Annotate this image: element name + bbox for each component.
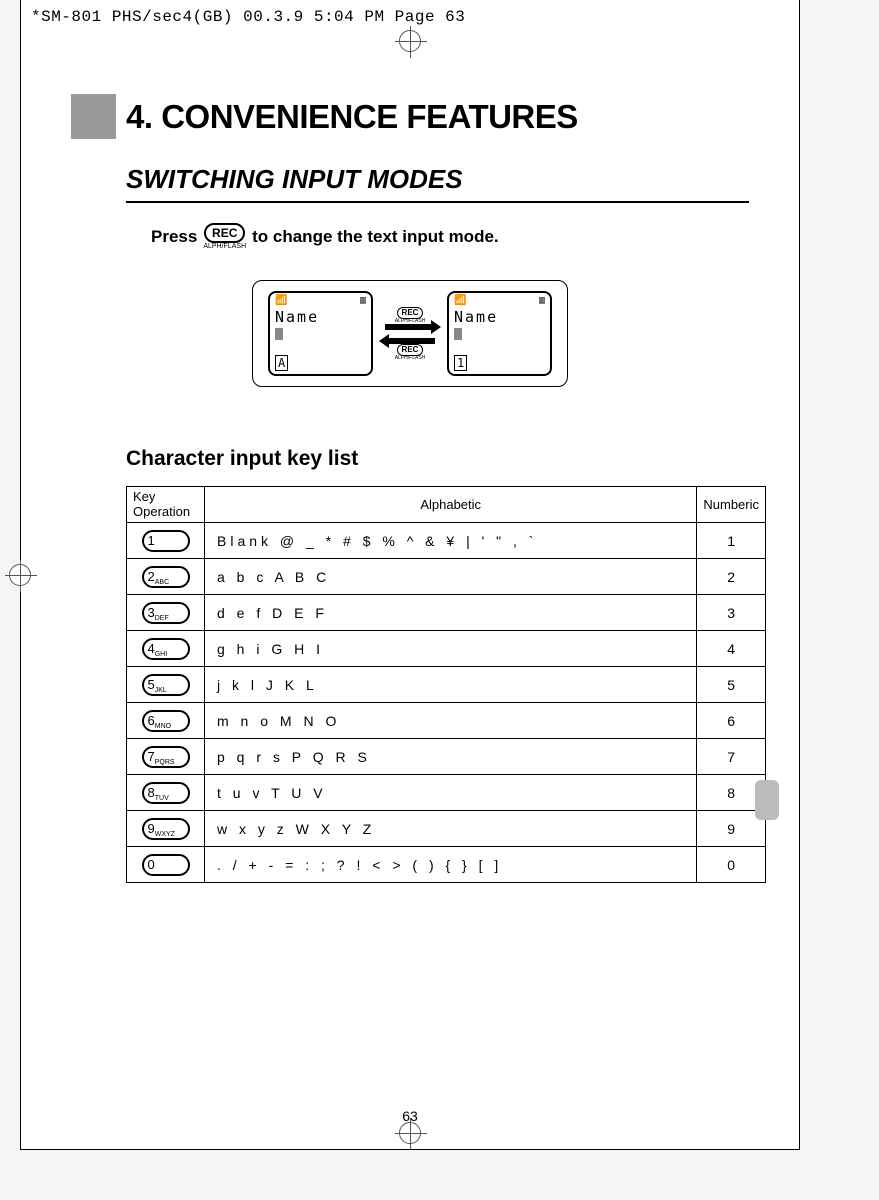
cursor-icon bbox=[454, 328, 462, 340]
document-page: *SM-801 PHS/sec4(GB) 00.3.9 5:04 PM Page… bbox=[20, 0, 800, 1150]
rec-mini-sub-2: ALPH/FLASH bbox=[395, 356, 426, 361]
rec-button-icon: REC ALPH/FLASH bbox=[203, 223, 246, 250]
screen-name-a: Name bbox=[275, 308, 319, 326]
mode-switch-diagram: 📶 ▥ Name A REC ALPH/FLASH REC ALPH/FLASH bbox=[71, 280, 749, 387]
page-content: 4. CONVENIENCE FEATURES SWITCHING INPUT … bbox=[21, 34, 799, 883]
num-cell: 2 bbox=[697, 559, 766, 595]
key-button-icon: 8TUV bbox=[142, 782, 190, 804]
chapter-title: 4. CONVENIENCE FEATURES bbox=[126, 98, 578, 136]
mode-indicator-alpha: A bbox=[275, 355, 288, 371]
battery-icon: ▥ bbox=[539, 295, 545, 306]
key-cell: 4GHI bbox=[127, 631, 205, 667]
screen-numeric: 📶 ▥ Name 1 bbox=[447, 291, 552, 376]
key-cell: 0 bbox=[127, 847, 205, 883]
key-button-icon: 6MNO bbox=[142, 710, 190, 732]
crop-mark-top bbox=[399, 30, 421, 52]
key-cell: 2ABC bbox=[127, 559, 205, 595]
alpha-cell: g h i G H I bbox=[205, 631, 697, 667]
num-cell: 0 bbox=[697, 847, 766, 883]
table-row: 2ABC a b c A B C2 bbox=[127, 559, 766, 595]
num-cell: 7 bbox=[697, 739, 766, 775]
signal-icon: 📶 bbox=[454, 295, 466, 306]
key-cell: 9WXYZ bbox=[127, 811, 205, 847]
key-cell: 1 bbox=[127, 523, 205, 559]
table-row: 1Blank @ _ * # $ % ^ & ¥ | ' " , `1 bbox=[127, 523, 766, 559]
table-row: 6MNO m n o M N O6 bbox=[127, 703, 766, 739]
rec-mini-icon: REC bbox=[397, 307, 424, 319]
num-cell: 3 bbox=[697, 595, 766, 631]
key-button-icon: 3DEF bbox=[142, 602, 190, 624]
chapter-heading-row: 4. CONVENIENCE FEATURES bbox=[71, 94, 749, 139]
arrow-right-icon bbox=[385, 324, 435, 330]
key-cell: 6MNO bbox=[127, 703, 205, 739]
rec-sublabel: ALPH/FLASH bbox=[203, 243, 246, 250]
key-cell: 3DEF bbox=[127, 595, 205, 631]
table-row: 5JKL j k l J K L5 bbox=[127, 667, 766, 703]
num-cell: 4 bbox=[697, 631, 766, 667]
rec-pill-label: REC bbox=[204, 223, 245, 243]
arrow-left-icon bbox=[385, 338, 435, 344]
table-row: 4GHI g h i G H I4 bbox=[127, 631, 766, 667]
col-alphabetic: Alphabetic bbox=[205, 487, 697, 523]
crop-mark-left bbox=[9, 564, 31, 586]
diagram-frame: 📶 ▥ Name A REC ALPH/FLASH REC ALPH/FLASH bbox=[252, 280, 568, 387]
key-button-icon: 0 bbox=[142, 854, 190, 876]
alpha-cell: t u v T U V bbox=[205, 775, 697, 811]
screen-name-n: Name bbox=[454, 308, 498, 326]
rec-mini-icon-2: REC bbox=[397, 344, 424, 356]
alpha-cell: m n o M N O bbox=[205, 703, 697, 739]
key-button-icon: 5JKL bbox=[142, 674, 190, 696]
chapter-block-icon bbox=[71, 94, 116, 139]
side-tab bbox=[755, 780, 779, 820]
section-title: SWITCHING INPUT MODES bbox=[126, 164, 749, 203]
num-cell: 6 bbox=[697, 703, 766, 739]
alpha-cell: a b c A B C bbox=[205, 559, 697, 595]
cursor-icon bbox=[275, 328, 283, 340]
signal-icon: 📶 bbox=[275, 295, 287, 306]
key-cell: 5JKL bbox=[127, 667, 205, 703]
col-key-operation: Key Operation bbox=[127, 487, 205, 523]
screen-alpha: 📶 ▥ Name A bbox=[268, 291, 373, 376]
alpha-cell: j k l J K L bbox=[205, 667, 697, 703]
character-key-table: Key Operation Alphabetic Numberic 1Blank… bbox=[126, 486, 766, 883]
key-button-icon: 1 bbox=[142, 530, 190, 552]
instruction-pre: Press bbox=[151, 227, 197, 247]
alpha-cell: Blank @ _ * # $ % ^ & ¥ | ' " , ` bbox=[205, 523, 697, 559]
alpha-cell: . / + - = : ; ? ! < > ( ) { } [ ] bbox=[205, 847, 697, 883]
table-row: 9WXYZw x y z W X Y Z9 bbox=[127, 811, 766, 847]
mode-indicator-numeric: 1 bbox=[454, 355, 467, 371]
subsection-title: Character input key list bbox=[126, 447, 749, 471]
alpha-cell: d e f D E F bbox=[205, 595, 697, 631]
col-numeric: Numberic bbox=[697, 487, 766, 523]
key-button-icon: 9WXYZ bbox=[142, 818, 190, 840]
table-row: 8TUVt u v T U V8 bbox=[127, 775, 766, 811]
num-cell: 1 bbox=[697, 523, 766, 559]
table-row: 0. / + - = : ; ? ! < > ( ) { } [ ]0 bbox=[127, 847, 766, 883]
key-cell: 7PQRS bbox=[127, 739, 205, 775]
key-button-icon: 7PQRS bbox=[142, 746, 190, 768]
battery-icon: ▥ bbox=[360, 295, 366, 306]
arrows-group: REC ALPH/FLASH REC ALPH/FLASH bbox=[385, 307, 435, 361]
instruction-post: to change the text input mode. bbox=[252, 227, 499, 247]
table-row: 7PQRS p q r s P Q R S7 bbox=[127, 739, 766, 775]
key-button-icon: 2ABC bbox=[142, 566, 190, 588]
crop-mark-bottom bbox=[399, 1122, 421, 1144]
key-cell: 8TUV bbox=[127, 775, 205, 811]
num-cell: 5 bbox=[697, 667, 766, 703]
key-button-icon: 4GHI bbox=[142, 638, 190, 660]
alpha-cell: p q r s P Q R S bbox=[205, 739, 697, 775]
instruction-line: Press REC ALPH/FLASH to change the text … bbox=[151, 223, 749, 250]
alpha-cell: w x y z W X Y Z bbox=[205, 811, 697, 847]
table-row: 3DEF d e f D E F3 bbox=[127, 595, 766, 631]
